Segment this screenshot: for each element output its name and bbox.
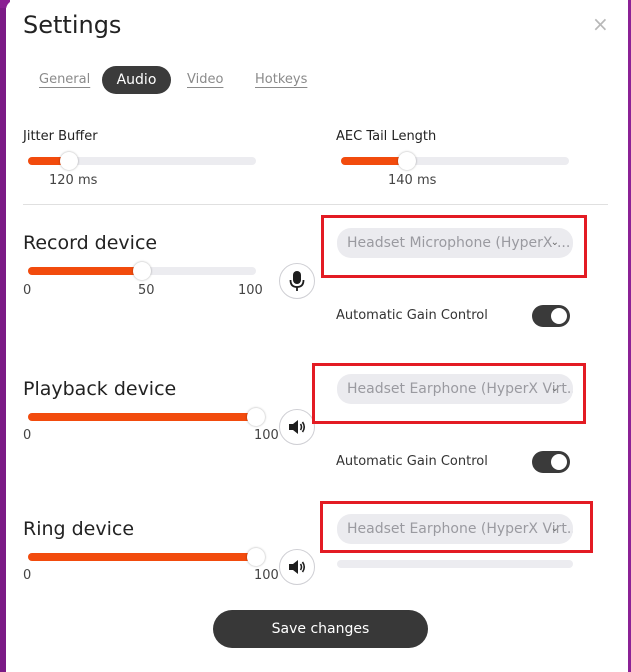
playback-level-fill — [28, 413, 256, 421]
record-agc-toggle[interactable] — [532, 305, 570, 327]
playback-agc-label: Automatic Gain Control — [336, 454, 488, 469]
jitter-buffer-value: 120 ms — [49, 173, 98, 188]
ring-level-slider[interactable] — [28, 548, 265, 566]
aec-tail-label: AEC Tail Length — [336, 129, 437, 144]
ring-level-thumb[interactable] — [247, 548, 265, 566]
dialog-title: Settings — [23, 11, 122, 39]
settings-dialog: Settings × General Audio Video Hotkeys J… — [6, 0, 628, 672]
speaker-icon[interactable] — [279, 409, 315, 445]
ring-level-fill — [28, 553, 256, 561]
jitter-buffer-label: Jitter Buffer — [23, 129, 98, 144]
record-tick-min: 0 — [23, 283, 32, 298]
aec-tail-thumb[interactable] — [398, 152, 417, 170]
record-device-highlight — [321, 215, 587, 278]
tab-video[interactable]: Video — [187, 72, 223, 87]
microphone-icon[interactable] — [279, 263, 315, 299]
playback-device-label: Playback device — [23, 378, 177, 400]
aec-tail-value: 140 ms — [388, 173, 437, 188]
record-level-fill — [28, 267, 142, 275]
tab-hotkeys[interactable]: Hotkeys — [255, 72, 307, 87]
aec-tail-slider[interactable] — [341, 152, 569, 170]
playback-tick-min: 0 — [23, 428, 32, 443]
ring-tick-max: 100 — [254, 568, 279, 583]
record-level-slider[interactable] — [28, 262, 256, 280]
tab-audio[interactable]: Audio — [102, 66, 171, 94]
record-tick-max: 100 — [238, 283, 263, 298]
ring-tick-min: 0 — [23, 568, 32, 583]
record-device-label: Record device — [23, 232, 158, 254]
playback-agc-toggle[interactable] — [532, 451, 570, 473]
toggle-knob — [551, 308, 567, 324]
record-tick-mid: 50 — [138, 283, 155, 298]
ring-device-highlight — [320, 501, 593, 553]
playback-level-slider[interactable] — [28, 408, 265, 426]
save-changes-button[interactable]: Save changes — [213, 610, 428, 648]
playback-tick-max: 100 — [254, 428, 279, 443]
record-level-thumb[interactable] — [133, 262, 151, 280]
tab-general[interactable]: General — [39, 72, 90, 87]
jitter-buffer-slider[interactable] — [28, 152, 256, 170]
jitter-buffer-thumb[interactable] — [60, 152, 79, 170]
speaker-icon[interactable] — [279, 549, 315, 585]
ring-placeholder-bar — [337, 560, 573, 568]
section-divider — [23, 204, 608, 205]
playback-device-highlight — [312, 363, 586, 424]
toggle-knob — [551, 454, 567, 470]
playback-level-thumb[interactable] — [247, 408, 265, 426]
ring-device-label: Ring device — [23, 518, 135, 540]
close-icon[interactable]: × — [592, 12, 609, 36]
record-agc-label: Automatic Gain Control — [336, 308, 488, 323]
